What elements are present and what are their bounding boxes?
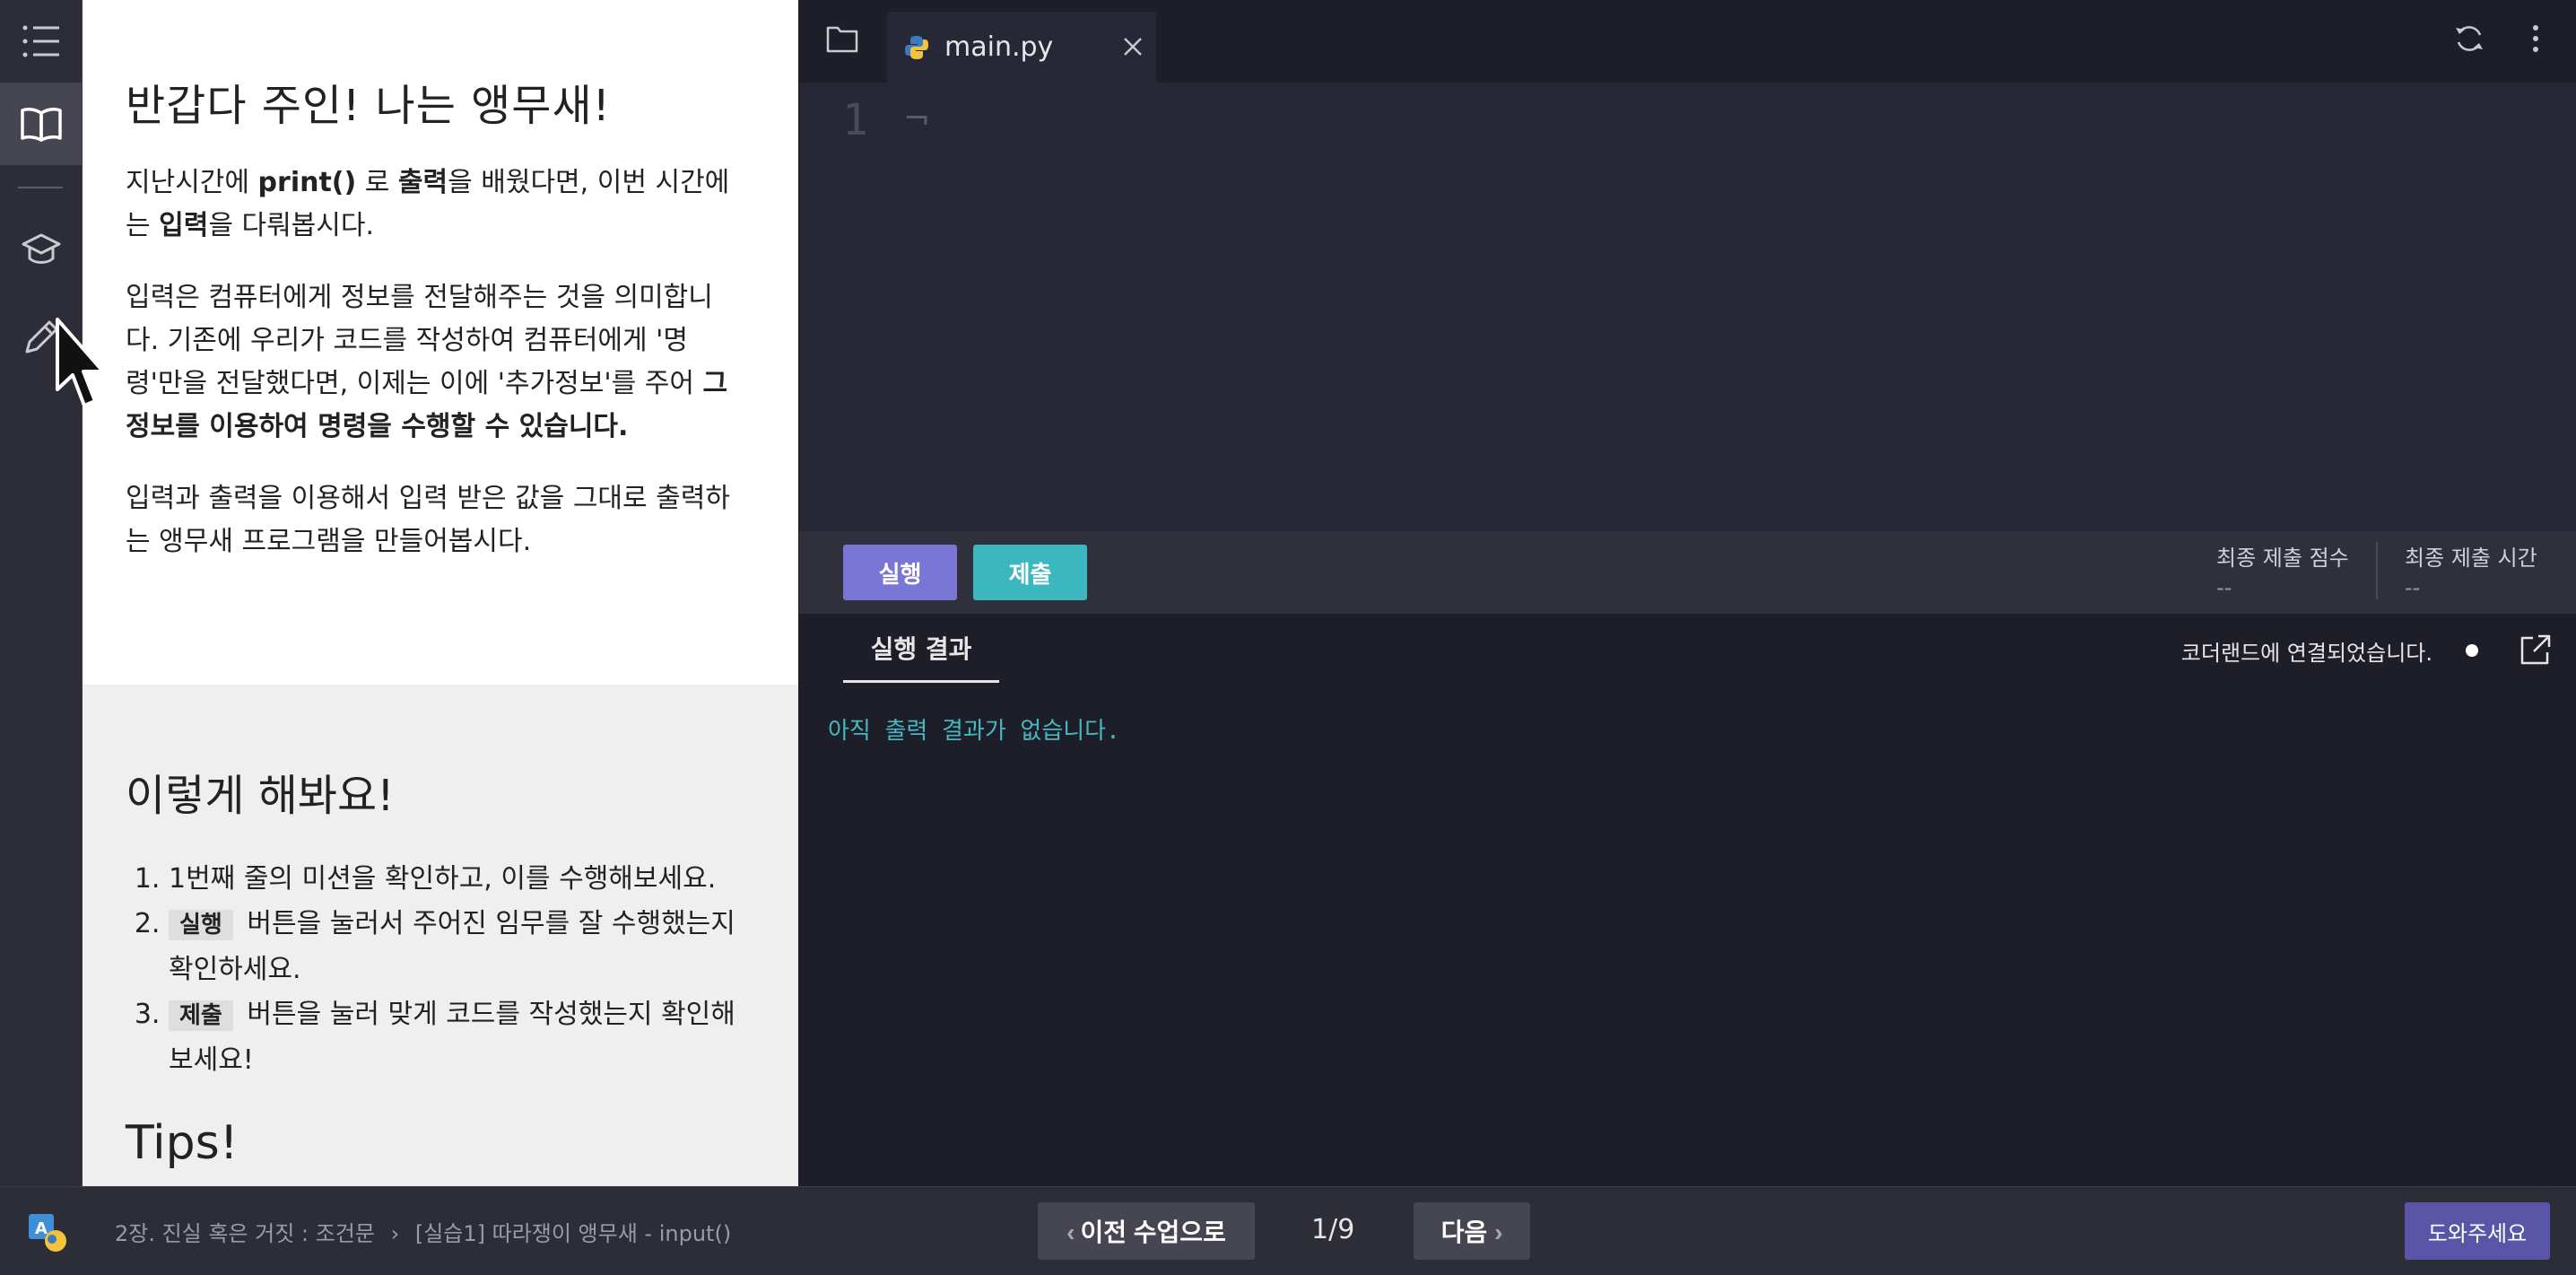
tab-main-py[interactable]: main.py [887, 12, 1156, 83]
instructions-title: 이렇게 해봐요! [126, 771, 395, 821]
svg-text:A: A [35, 1219, 48, 1238]
sidebar-divider [18, 187, 63, 188]
python-icon [905, 35, 928, 59]
curriculum-list-button[interactable] [0, 0, 82, 83]
connection-status: 코더랜드에 연결되었습니다. [2180, 641, 2432, 666]
final-score-value: -- [2216, 575, 2232, 600]
graduation-cap-icon [22, 233, 60, 264]
run-button[interactable]: 실행 [843, 545, 957, 600]
app-logo-icon: A [29, 1214, 66, 1252]
external-link-icon[interactable] [2519, 633, 2552, 666]
lesson-book-button[interactable] [0, 83, 82, 165]
run-keyword-badge: 실행 [169, 910, 233, 940]
instructions-list: 1번째 줄의 미션을 확인하고, 이를 수행해보세요. 실행 버튼을 눌러서 주… [126, 857, 755, 1082]
output-message: 아직 출력 결과가 없습니다. [828, 718, 1120, 745]
breadcrumb-chapter[interactable]: 2장. 진실 혹은 거짓 : 조건문 [115, 1221, 375, 1246]
help-button[interactable]: 도와주세요 [2405, 1202, 2550, 1260]
tab-run-result[interactable]: 실행 결과 [843, 632, 999, 683]
mouse-cursor-icon [56, 318, 105, 407]
code-editor[interactable]: 1 ¬ [799, 83, 2576, 531]
book-icon [20, 108, 62, 142]
lesson-intro: 반갑다 주인! 나는 앵무새! 지난시간에 print() 로 출력을 배웠다면… [83, 0, 798, 628]
final-score-label: 최종 제출 점수 [2216, 546, 2349, 571]
tips-heading: Tips! [126, 1116, 239, 1170]
list-icon [22, 25, 59, 57]
final-time-value: -- [2405, 575, 2421, 600]
next-button[interactable]: 다음 › [1414, 1202, 1530, 1260]
output-panel: 실행 결과 코더랜드에 연결되었습니다. 아직 출력 결과가 없습니다. [799, 614, 2576, 1186]
instructions-section: 이렇게 해봐요! 1번째 줄의 미션을 확인하고, 이를 수행해보세요. 실행 … [83, 685, 798, 1186]
refresh-icon[interactable] [2454, 23, 2485, 54]
more-options-icon[interactable] [2530, 23, 2541, 54]
previous-lesson-button[interactable]: ‹ 이전 수업으로 [1038, 1202, 1255, 1260]
page-indicator: 1/9 [1311, 1214, 1355, 1245]
footer-bar: A 2장. 진실 혹은 거짓 : 조건문 › [실습1] 따라쟁이 앵무새 - … [0, 1186, 2576, 1275]
final-time-label: 최종 제출 시간 [2405, 546, 2537, 571]
tab-label: main.py [944, 31, 1054, 63]
connection-indicator [2466, 644, 2478, 657]
chevron-left-icon: ‹ [1066, 1218, 1075, 1246]
lesson-title: 반갑다 주인! 나는 앵무새! [126, 81, 611, 131]
submit-button[interactable]: 제출 [973, 545, 1087, 600]
folder-icon[interactable] [826, 24, 858, 53]
final-score-stat: 최종 제출 점수 -- [2216, 540, 2349, 600]
left-sidebar [0, 0, 83, 1186]
line-number: 1 [842, 95, 868, 145]
next-label: 다음 [1440, 1218, 1488, 1246]
close-icon[interactable] [1122, 36, 1144, 57]
breadcrumb: 2장. 진실 혹은 거짓 : 조건문 › [실습1] 따라쟁이 앵무새 - in… [115, 1216, 731, 1247]
instruction-step-3: 제출 버튼을 눌러 맞게 코드를 작성했는지 확인해보세요! [169, 992, 755, 1082]
lesson-paragraph-2: 입력은 컴퓨터에게 정보를 전달해주는 것을 의미합니다. 기존에 우리가 코드… [126, 282, 728, 442]
lesson-paragraph-3: 입력과 출력을 이용해서 입력 받은 값을 그대로 출력하는 앵무새 프로그램을… [126, 483, 730, 557]
final-time-stat: 최종 제출 시간 -- [2405, 540, 2537, 600]
instruction-step-1: 1번째 줄의 미션을 확인하고, 이를 수행해보세요. [169, 857, 755, 901]
lesson-panel: 반갑다 주인! 나는 앵무새! 지난시간에 print() 로 출력을 배웠다면… [83, 0, 798, 1186]
editor-tabbar: main.py [799, 0, 2576, 83]
submit-keyword-badge: 제출 [169, 1000, 233, 1031]
breadcrumb-lesson[interactable]: [실습1] 따라쟁이 앵무새 - input() [415, 1221, 731, 1246]
course-button[interactable] [0, 208, 82, 291]
breadcrumb-separator: › [390, 1221, 400, 1246]
lesson-paragraph-1: 지난시간에 print() 로 출력을 배웠다면, 이번 시간에는 입력을 다뤄… [126, 167, 730, 241]
stat-divider [2376, 542, 2378, 599]
previous-lesson-label: 이전 수업으로 [1080, 1218, 1226, 1246]
chevron-right-icon: › [1494, 1218, 1503, 1246]
action-bar: 실행 제출 최종 제출 점수 -- 최종 제출 시간 -- [799, 531, 2576, 614]
code-line: ¬ [903, 100, 931, 137]
instruction-step-2: 실행 버튼을 눌러서 주어진 임무를 잘 수행했는지 확인하세요. [169, 902, 755, 991]
